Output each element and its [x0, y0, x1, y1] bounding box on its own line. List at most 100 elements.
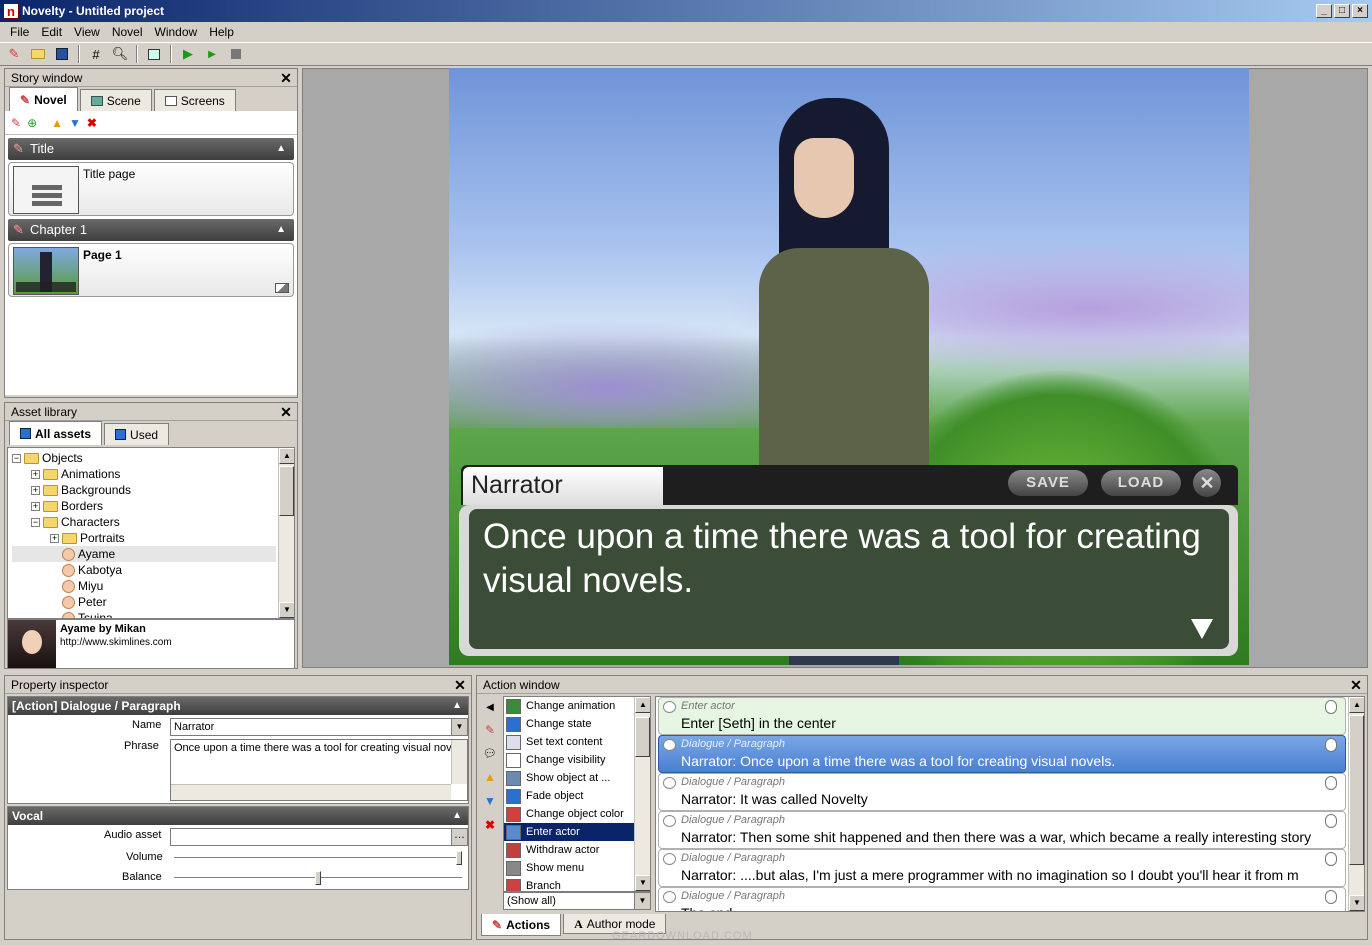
collapse-left-icon[interactable]: ◀: [486, 702, 494, 713]
page-card-page-1[interactable]: Page 1: [8, 243, 294, 297]
grid-button[interactable]: #: [86, 44, 106, 64]
close-story-window-icon[interactable]: ✕: [279, 71, 293, 85]
move-up-icon[interactable]: ▲: [51, 116, 63, 130]
tree-item[interactable]: + Portraits: [12, 530, 276, 546]
balance-slider-thumb[interactable]: [315, 871, 321, 885]
action-log-entry[interactable]: Dialogue / Paragraph Narrator: Once upon …: [658, 735, 1346, 773]
close-window-button[interactable]: ×: [1352, 4, 1368, 18]
zoom-button[interactable]: 🔍︎: [110, 44, 130, 64]
action-item[interactable]: Change state: [504, 715, 650, 733]
close-property-inspector-icon[interactable]: ✕: [453, 678, 467, 692]
phrase-horizontal-scrollbar[interactable]: [171, 784, 451, 800]
action-filter-select[interactable]: (Show all) ▼: [503, 892, 651, 910]
action-item[interactable]: Enter actor: [504, 823, 650, 841]
comment-icon[interactable]: 💬︎: [483, 747, 497, 760]
action-log-entry[interactable]: Dialogue / Paragraph The end: [658, 887, 1346, 911]
menu-file[interactable]: File: [4, 22, 35, 42]
audio-asset-field[interactable]: …: [170, 828, 468, 846]
tab-used[interactable]: Used: [104, 423, 170, 445]
group-chapter-1[interactable]: ✎ Chapter 1 ▲: [8, 219, 294, 241]
tree-item[interactable]: − Characters: [12, 514, 276, 530]
play-button[interactable]: ▶: [178, 44, 198, 64]
menu-help[interactable]: Help: [203, 22, 240, 42]
collapse-icon[interactable]: ▲: [276, 219, 286, 241]
tree-item[interactable]: Kabotya: [12, 562, 276, 578]
save-button[interactable]: SAVE: [1008, 470, 1088, 496]
close-asset-library-icon[interactable]: ✕: [279, 405, 293, 419]
expand-toggle-icon[interactable]: +: [31, 501, 40, 511]
menu-edit[interactable]: Edit: [35, 22, 68, 42]
scroll-up-button[interactable]: ▲: [279, 448, 294, 464]
menu-window[interactable]: Window: [149, 22, 204, 42]
expand-toggle-icon[interactable]: +: [31, 485, 40, 495]
volume-slider-track[interactable]: [174, 851, 462, 865]
scroll-thumb[interactable]: [1349, 715, 1364, 865]
scroll-down-button[interactable]: ▼: [1349, 895, 1364, 911]
page-card-title[interactable]: Title page: [8, 162, 294, 216]
delete-icon[interactable]: ✖: [87, 116, 97, 130]
action-item[interactable]: Branch: [504, 877, 650, 891]
group-title[interactable]: ✎ Title ▲: [8, 138, 294, 160]
asset-tree-scrollbar[interactable]: ▲ ▼: [278, 448, 294, 618]
action-log-entry[interactable]: Dialogue / Paragraph Narrator: It was cal…: [658, 773, 1346, 811]
move-down-icon[interactable]: ▼: [69, 116, 81, 130]
collapse-icon[interactable]: ▲: [452, 697, 462, 715]
action-log-entry[interactable]: Dialogue / Paragraph Narrator: ....but al…: [658, 849, 1346, 887]
dropdown-arrow-icon[interactable]: ▼: [451, 719, 467, 735]
minimize-button[interactable]: _: [1316, 4, 1332, 18]
browse-button[interactable]: …: [451, 829, 467, 845]
add-chapter-icon[interactable]: ✎: [11, 116, 21, 130]
close-dialogue-icon[interactable]: ✕: [1193, 469, 1221, 497]
tree-item[interactable]: Peter: [12, 594, 276, 610]
next-arrow-icon[interactable]: [1191, 619, 1213, 639]
stop-button[interactable]: [226, 44, 246, 64]
save-project-button[interactable]: [52, 44, 72, 64]
phrase-textarea[interactable]: Once upon a time there was a tool for cr…: [170, 739, 468, 801]
scroll-up-button[interactable]: ▲: [1349, 697, 1364, 713]
section-header-dialogue[interactable]: [Action] Dialogue / Paragraph ▲: [8, 697, 468, 715]
tree-item[interactable]: Ayame: [12, 546, 276, 562]
close-action-window-icon[interactable]: ✕: [1349, 678, 1363, 692]
action-item[interactable]: Withdraw actor: [504, 841, 650, 859]
dropdown-arrow-icon[interactable]: ▼: [634, 893, 650, 909]
action-item[interactable]: Show menu: [504, 859, 650, 877]
scroll-down-button[interactable]: ▼: [635, 875, 650, 891]
scroll-up-button[interactable]: ▲: [635, 697, 650, 713]
action-list-scrollbar[interactable]: ▲ ▼: [634, 697, 650, 891]
expand-toggle-icon[interactable]: +: [50, 533, 59, 543]
section-header-vocal[interactable]: Vocal ▲: [8, 807, 468, 825]
collapse-icon[interactable]: ▲: [452, 807, 462, 825]
menu-view[interactable]: View: [68, 22, 106, 42]
tree-item[interactable]: + Borders: [12, 498, 276, 514]
open-project-button[interactable]: [28, 44, 48, 64]
action-item[interactable]: Change object color: [504, 805, 650, 823]
scroll-thumb[interactable]: [635, 717, 650, 757]
action-item[interactable]: Show object at ...: [504, 769, 650, 787]
tab-all-assets[interactable]: All assets: [9, 421, 103, 445]
tab-actions[interactable]: ✎ Actions: [481, 914, 562, 936]
add-page-icon[interactable]: ⊕: [27, 116, 37, 130]
action-item[interactable]: Change animation: [504, 697, 650, 715]
tree-item[interactable]: + Animations: [12, 466, 276, 482]
balance-slider-track[interactable]: [174, 871, 462, 885]
action-item[interactable]: Change visibility: [504, 751, 650, 769]
scroll-thumb[interactable]: [279, 466, 294, 516]
tree-item[interactable]: − Objects: [12, 450, 276, 466]
move-up-icon[interactable]: ▲: [484, 770, 496, 784]
action-item[interactable]: Set text content: [504, 733, 650, 751]
expand-toggle-icon[interactable]: −: [12, 453, 21, 463]
expand-toggle-icon[interactable]: −: [31, 517, 40, 527]
scroll-down-button[interactable]: ▼: [279, 602, 294, 618]
name-select[interactable]: Narrator ▼: [170, 718, 468, 736]
tab-scene[interactable]: Scene: [79, 89, 152, 111]
menu-novel[interactable]: Novel: [106, 22, 149, 42]
delete-icon[interactable]: ✖: [485, 818, 495, 832]
preview-button[interactable]: [144, 44, 164, 64]
move-down-icon[interactable]: ▼: [484, 794, 496, 808]
eraser-icon[interactable]: ✎: [485, 723, 495, 737]
action-log-scrollbar[interactable]: ▲ ▼: [1348, 697, 1364, 911]
action-item[interactable]: Fade object: [504, 787, 650, 805]
tree-item[interactable]: Miyu: [12, 578, 276, 594]
action-log-entry[interactable]: Enter actor Enter [Seth] in the center: [658, 697, 1346, 735]
load-button[interactable]: LOAD: [1101, 470, 1181, 496]
